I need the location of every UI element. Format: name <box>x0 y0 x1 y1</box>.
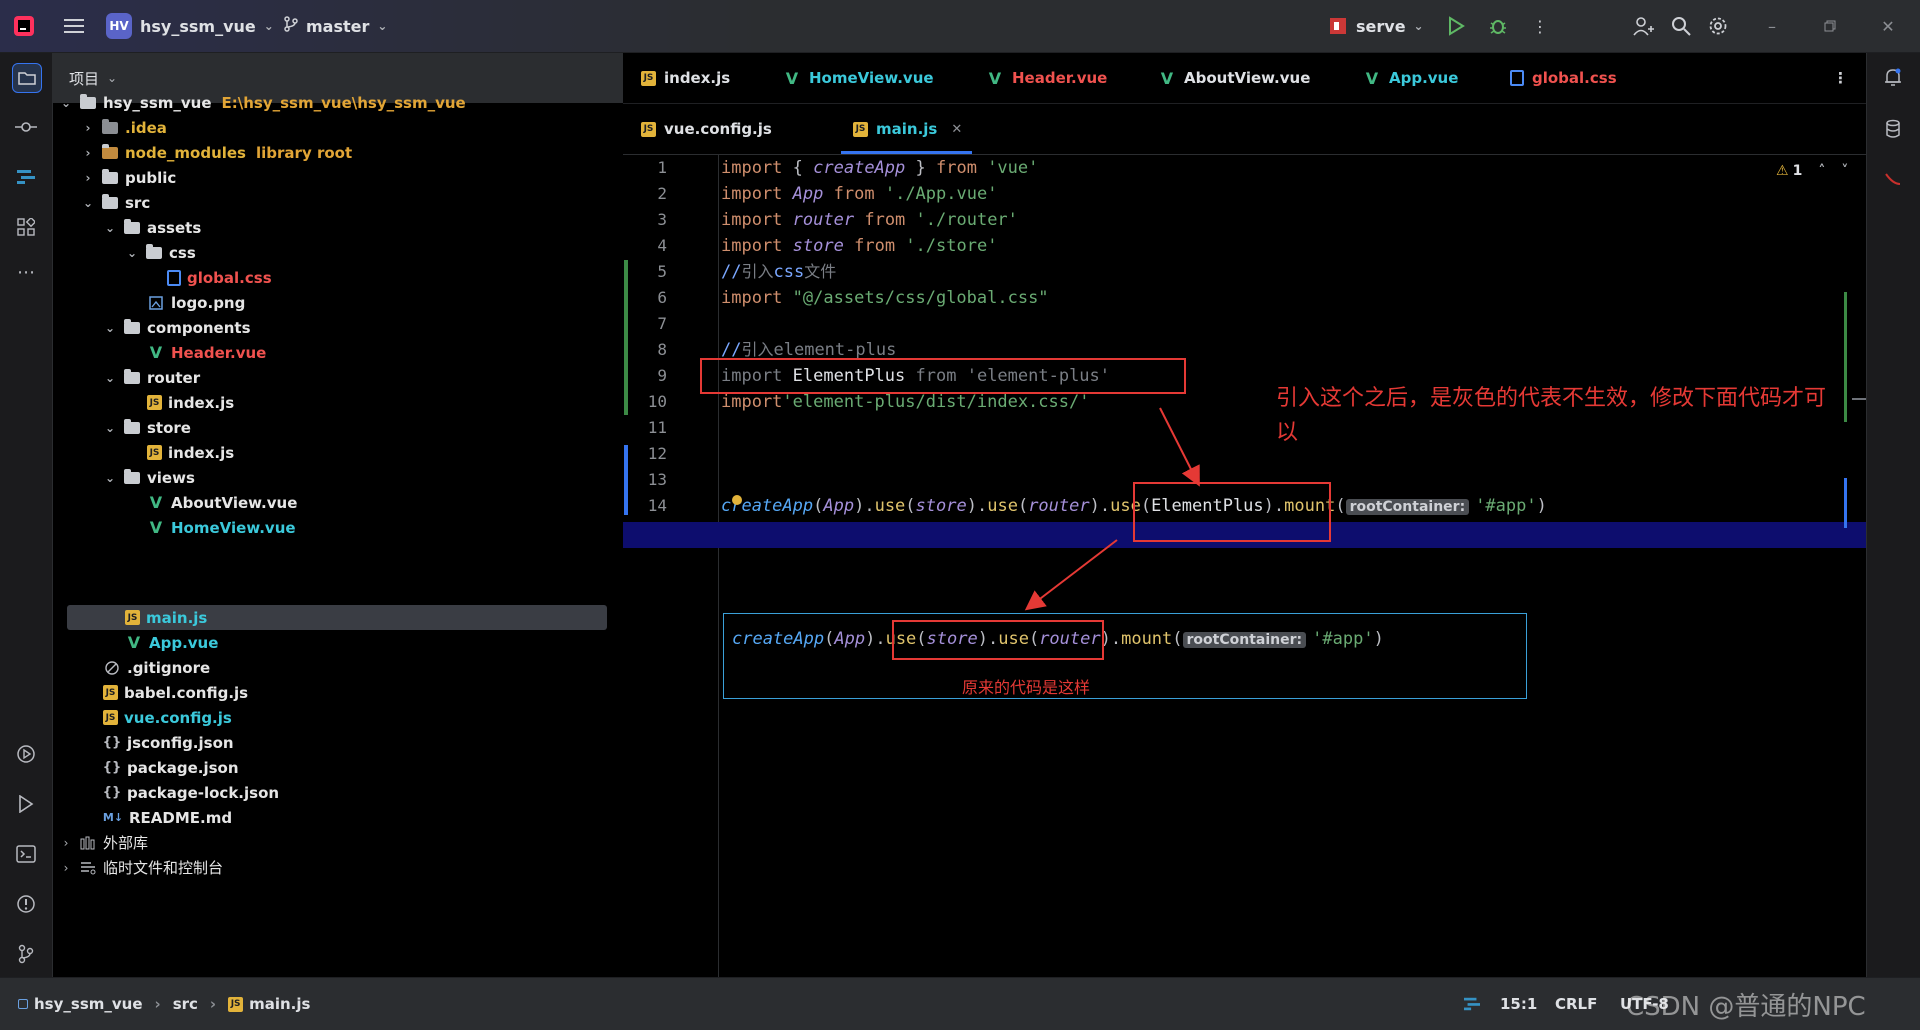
line-separator[interactable]: CRLF <box>1555 978 1597 1030</box>
original-code-snippet: createApp(App).use(store).use(router).mo… <box>723 613 1527 699</box>
breadcrumb-item[interactable]: hsy_ssm_vue <box>34 995 143 1013</box>
annotation-box-original-use <box>892 620 1104 660</box>
notifications-bell-icon[interactable] <box>1879 63 1907 91</box>
status-bar: hsy_ssm_vue › src › JS main.js 15:1 CRLF… <box>0 977 1920 1030</box>
chevron-right-icon: › <box>209 995 217 1013</box>
chevron-right-icon: › <box>154 995 161 1013</box>
js-file-icon: JS <box>228 996 244 1012</box>
watermark: CSDN @普通的NPC <box>1626 991 1866 1022</box>
maven-icon[interactable] <box>1879 165 1907 193</box>
parameter-hint: rootContainer: <box>1182 632 1307 648</box>
token: mount <box>1121 629 1173 649</box>
token: createApp <box>732 629 825 649</box>
token: ( <box>1172 629 1183 649</box>
breadcrumb-item[interactable]: main.js <box>249 995 310 1013</box>
annotation-arrows <box>1024 407 1200 611</box>
right-tool-strip <box>1866 53 1920 977</box>
module-icon <box>18 999 28 1009</box>
database-icon[interactable] <box>1879 115 1907 143</box>
breadcrumb: hsy_ssm_vue › src › JS main.js <box>18 978 310 1030</box>
token: ( <box>824 629 835 649</box>
structure-status-icon[interactable] <box>1462 978 1482 1030</box>
breadcrumb-item[interactable]: src <box>173 995 198 1013</box>
token: ) <box>1373 629 1384 649</box>
token: App <box>834 629 866 649</box>
token: ). <box>865 629 886 649</box>
annotation-note-original: 原来的代码是这样 <box>962 678 1091 697</box>
token: '#app' <box>1312 629 1374 649</box>
caret-position[interactable]: 15:1 <box>1500 978 1537 1030</box>
